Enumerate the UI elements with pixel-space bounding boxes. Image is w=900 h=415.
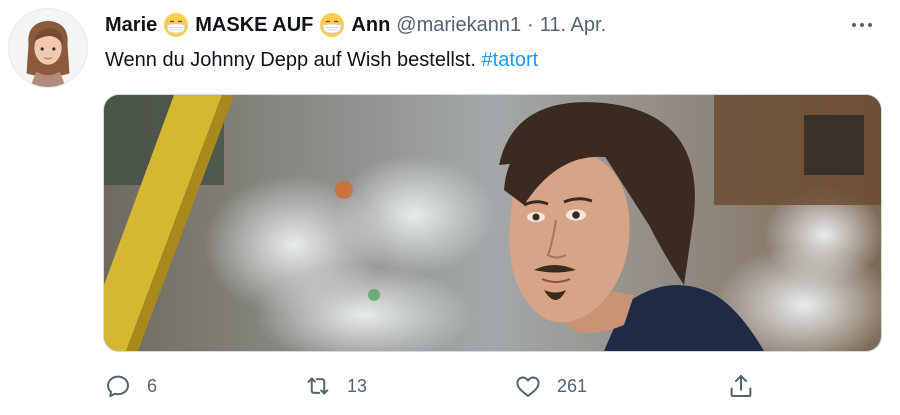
- tweet[interactable]: Marie MASKE AUF Ann @mariekann1 · 11. Ap…: [0, 0, 900, 415]
- separator-dot: ·: [527, 13, 534, 36]
- more-dots-icon: [852, 23, 856, 27]
- more-options-button[interactable]: [846, 12, 878, 38]
- face-with-medical-mask-icon: [163, 12, 189, 38]
- tweet-header: Marie MASKE AUF Ann @mariekann1 · 11. Ap…: [105, 10, 840, 40]
- hashtag-link[interactable]: #tatort: [482, 49, 539, 71]
- share-button[interactable]: [726, 368, 756, 404]
- like-button[interactable]: 261: [513, 368, 587, 404]
- tweet-text: Wenn du Johnny Depp auf Wish bestellst. …: [105, 46, 538, 74]
- tweet-body: Wenn du Johnny Depp auf Wish bestellst.: [105, 49, 476, 71]
- reply-icon: [103, 371, 133, 401]
- user-handle[interactable]: @mariekann1: [396, 14, 521, 37]
- display-name-part3: Ann: [351, 13, 391, 36]
- timestamp[interactable]: 11. Apr.: [540, 14, 606, 37]
- retweet-button[interactable]: 13: [303, 368, 367, 404]
- heart-icon: [513, 371, 543, 401]
- share-icon: [726, 371, 756, 401]
- face-with-medical-mask-icon: [319, 12, 345, 38]
- retweet-icon: [303, 371, 333, 401]
- retweet-count: 13: [347, 375, 368, 396]
- reply-button[interactable]: 6: [103, 368, 157, 404]
- avatar[interactable]: [8, 8, 88, 88]
- reply-count: 6: [147, 375, 158, 396]
- like-count: 261: [557, 375, 588, 396]
- tweet-media-image[interactable]: [103, 94, 882, 352]
- display-name-part1: Marie: [105, 13, 158, 36]
- tweet-actions: 6 13 261: [103, 368, 783, 404]
- display-name-part2: MASKE AUF: [195, 13, 314, 36]
- display-name[interactable]: Marie MASKE AUF Ann: [105, 12, 390, 38]
